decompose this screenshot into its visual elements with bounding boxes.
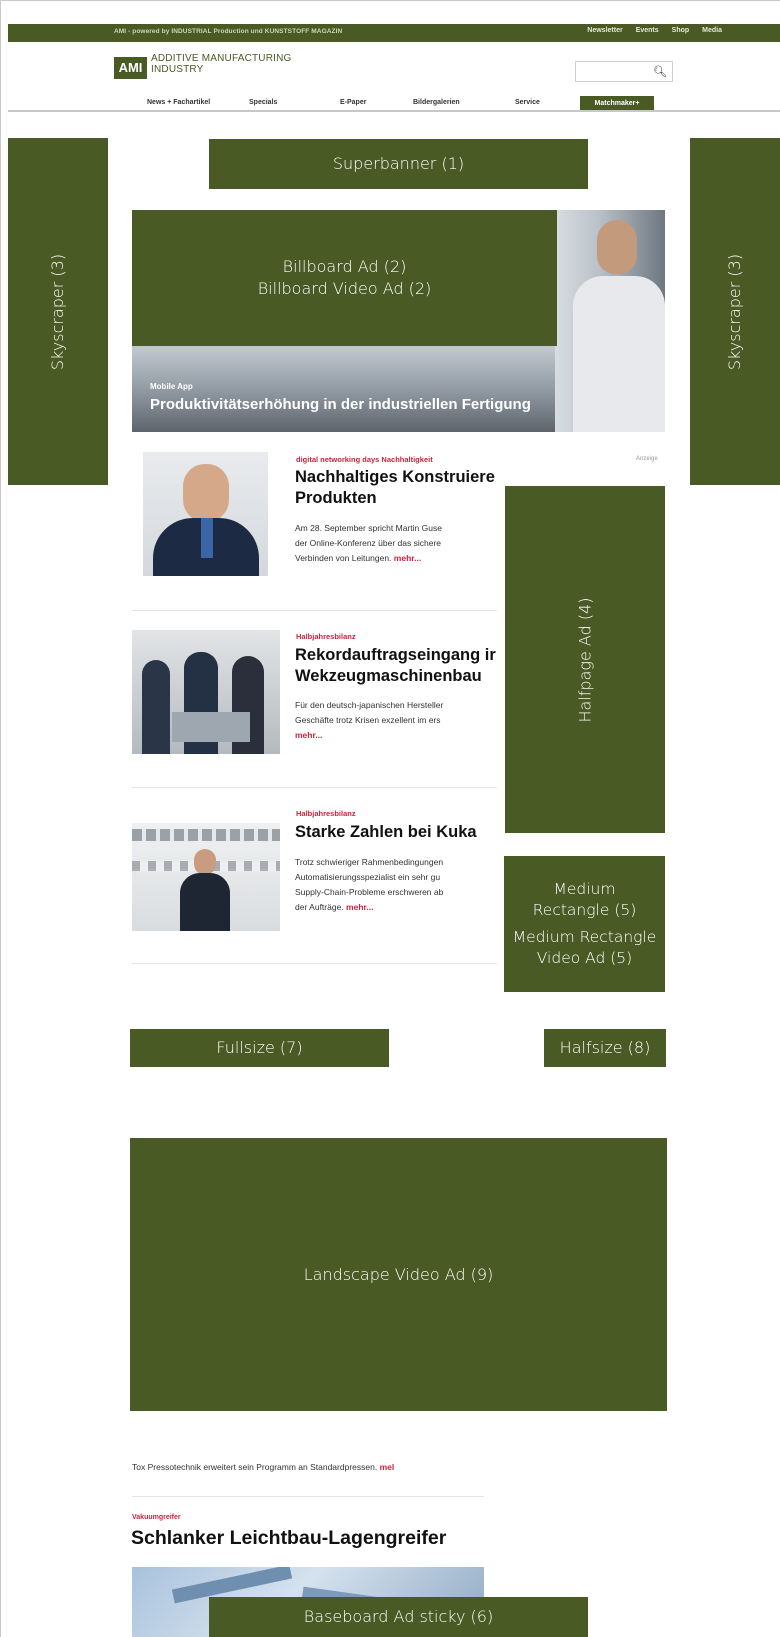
logo-text[interactable]: ADDITIVE MANUFACTURING INDUSTRY: [151, 53, 321, 75]
halfpage-ad[interactable]: Halfpage Ad (4): [505, 486, 665, 833]
logo-text-line2: INDUSTRY: [151, 64, 204, 75]
skyscraper-left-label: Skyscraper (3): [48, 253, 68, 370]
article-category[interactable]: Vakuumgreifer: [132, 1514, 181, 1521]
superbanner-label: Superbanner (1): [332, 154, 465, 173]
article-teaser: Für den deutsch-japanischen Hersteller G…: [295, 700, 444, 740]
medium-rectangle-video-label-line1: Medium Rectangle: [512, 928, 657, 946]
article-teaser: Am 28. September spricht Martin Guse der…: [295, 523, 442, 563]
baseboard-label: Baseboard Ad sticky (6): [303, 1607, 494, 1626]
top-bar-links: Newsletter Events Shop Media: [587, 27, 722, 34]
logo-text-line1: ADDITIVE MANUFACTURING: [151, 53, 292, 64]
search-icon[interactable]: 🔍︎: [653, 65, 667, 78]
article-category[interactable]: Halbjahresbilanz: [296, 632, 356, 641]
top-link-shop[interactable]: Shop: [672, 27, 690, 34]
landscape-video-ad[interactable]: Landscape Video Ad (9): [130, 1138, 667, 1411]
search-box[interactable]: 🔍︎: [575, 61, 673, 82]
article-category[interactable]: Halbjahresbilanz: [296, 809, 356, 818]
nav-item-service[interactable]: Service: [515, 99, 540, 106]
fullsize-label: Fullsize (7): [216, 1038, 303, 1057]
top-link-media[interactable]: Media: [702, 27, 722, 34]
article-divider: [132, 787, 497, 788]
header-divider: [8, 110, 780, 112]
skyscraper-right-label: Skyscraper (3): [725, 253, 745, 370]
article-title[interactable]: Rekordauftragseingang ir Wekzeugmaschine…: [295, 645, 496, 687]
ad-marker: Anzeige: [636, 456, 658, 462]
hero-title[interactable]: Produktivitätserhöhung in der industriel…: [150, 396, 531, 413]
medium-rectangle-video-label-line2: Video Ad (5): [536, 949, 633, 967]
nav-item-bildergalerien[interactable]: Bildergalerien: [413, 99, 460, 106]
top-bar: AMI - powered by INDUSTRIAL Production u…: [8, 24, 780, 42]
article-divider: [132, 963, 497, 964]
article-teaser: Trotz schwieriger Rahmenbedingungen Auto…: [295, 857, 444, 912]
nav-item-news[interactable]: News + Fachartikel: [147, 99, 210, 106]
halfsize-label: Halfsize (8): [559, 1038, 651, 1057]
more-link[interactable]: mel: [380, 1462, 395, 1472]
skyscraper-left-ad[interactable]: Skyscraper (3): [8, 138, 108, 485]
more-link[interactable]: mehr...: [346, 902, 373, 912]
baseboard-sticky-ad[interactable]: Baseboard Ad sticky (6): [209, 1597, 588, 1637]
search-input[interactable]: [579, 64, 649, 79]
medium-rectangle-label-line1: Medium: [553, 880, 616, 898]
nav-item-epaper[interactable]: E-Paper: [340, 99, 366, 106]
halfpage-label: Halfpage Ad (4): [574, 597, 594, 722]
skyscraper-right-ad[interactable]: Skyscraper (3): [690, 138, 780, 485]
top-link-newsletter[interactable]: Newsletter: [587, 27, 622, 34]
more-link[interactable]: mehr...: [295, 730, 322, 740]
article-divider: [132, 610, 497, 611]
hero-kicker: Mobile App: [150, 382, 193, 391]
article-title[interactable]: Schlanker Leichtbau-Lagengreifer: [131, 1527, 446, 1550]
landscape-video-label: Landscape Video Ad (9): [303, 1264, 494, 1284]
billboard-label: Billboard Ad (2): [282, 257, 407, 276]
logo-badge[interactable]: AMI: [114, 57, 147, 79]
article-category[interactable]: digital networking days Nachhaltigkeit: [296, 455, 433, 464]
top-link-events[interactable]: Events: [636, 27, 659, 34]
article-thumbnail[interactable]: [132, 823, 280, 931]
medium-rectangle-ad[interactable]: Medium Rectangle (5) Medium Rectangle Vi…: [504, 856, 665, 992]
top-bar-tagline: AMI - powered by INDUSTRIAL Production u…: [114, 28, 343, 35]
billboard-ad[interactable]: Billboard Ad (2) Billboard Video Ad (2): [132, 210, 557, 346]
superbanner-ad[interactable]: Superbanner (1): [209, 139, 588, 189]
article-title[interactable]: Starke Zahlen bei Kuka: [295, 822, 477, 843]
hero-person-image: [555, 210, 665, 432]
article-thumbnail[interactable]: [143, 452, 268, 576]
more-link[interactable]: mehr...: [394, 553, 421, 563]
article-divider: [132, 1496, 484, 1497]
halfsize-ad[interactable]: Halfsize (8): [544, 1029, 666, 1067]
article-thumbnail[interactable]: [132, 630, 280, 754]
billboard-video-label: Billboard Video Ad (2): [257, 279, 432, 298]
medium-rectangle-label-line2: Rectangle (5): [532, 901, 637, 919]
article-title[interactable]: Nachhaltiges Konstruiere Produkten: [295, 467, 495, 509]
nav-item-specials[interactable]: Specials: [249, 99, 277, 106]
article-teaser: Tox Pressotechnik erweitert sein Program…: [132, 1462, 395, 1472]
fullsize-ad[interactable]: Fullsize (7): [130, 1029, 389, 1067]
